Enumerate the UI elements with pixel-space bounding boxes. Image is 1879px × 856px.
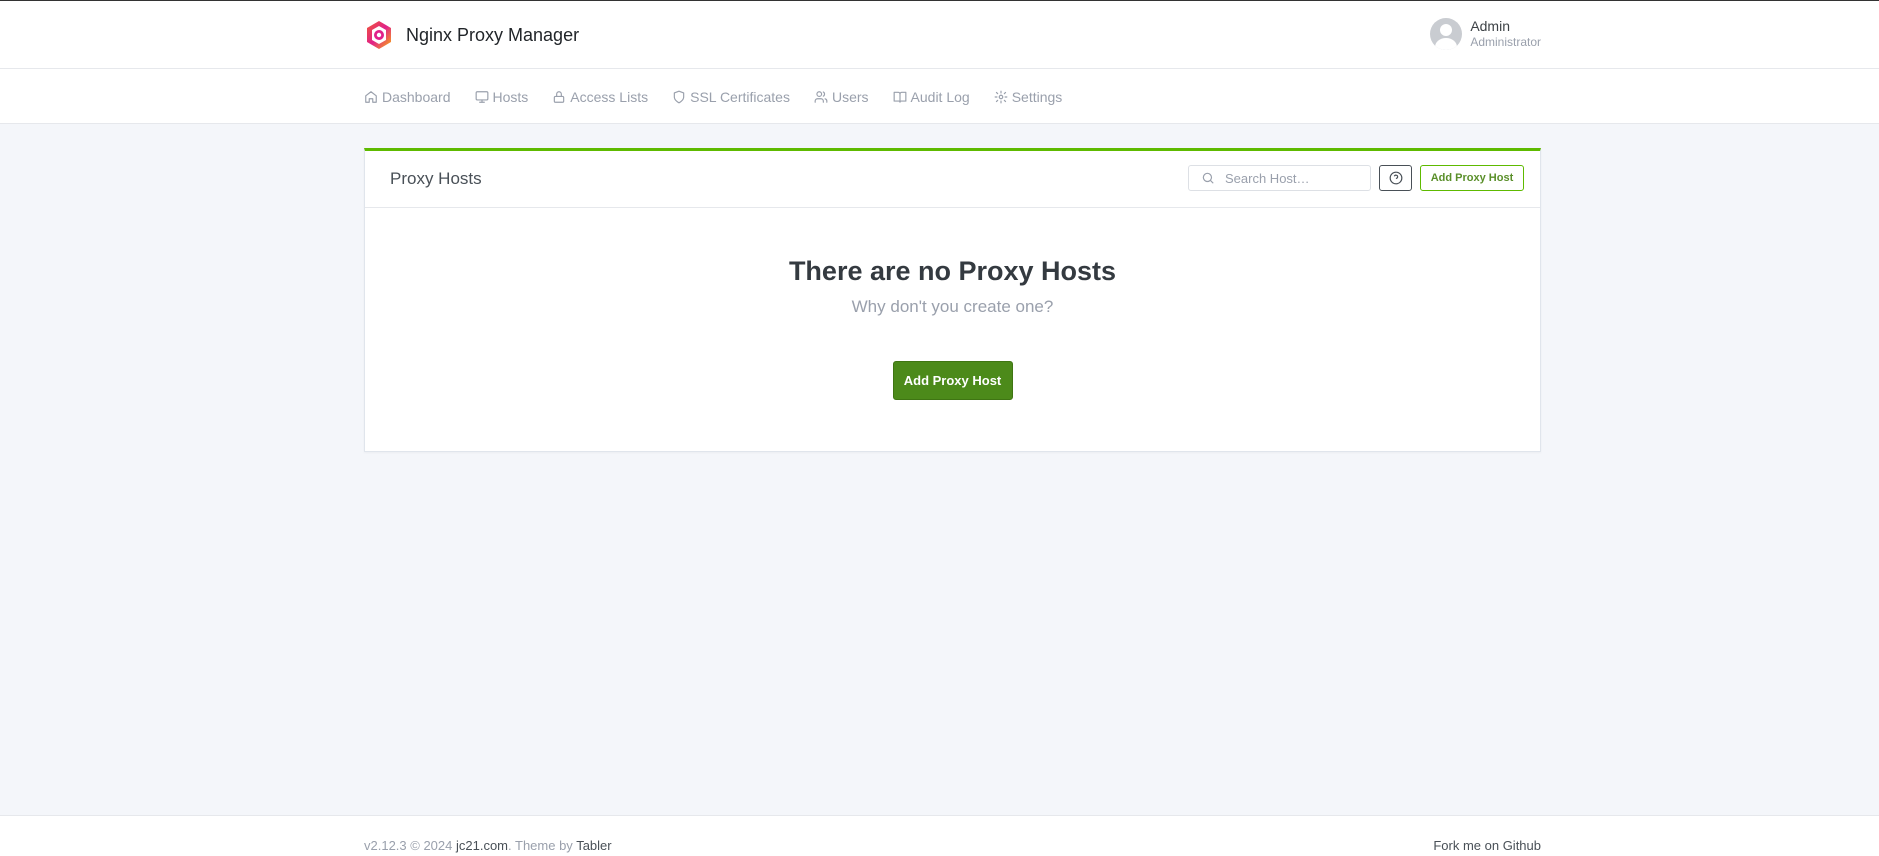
- user-menu[interactable]: Admin Administrator: [1430, 18, 1541, 50]
- nav-item-ssl-certificates[interactable]: SSL Certificates: [672, 89, 790, 105]
- help-button[interactable]: [1379, 165, 1412, 191]
- theme-link[interactable]: Tabler: [576, 838, 611, 853]
- brand-name: Nginx Proxy Manager: [406, 24, 580, 45]
- home-icon: [365, 90, 377, 103]
- company-link[interactable]: jc21.com: [456, 838, 508, 853]
- empty-add-proxy-host-button[interactable]: Add Proxy Host: [892, 361, 1013, 400]
- footer-credits: v2.12.3 © 2024 jc21.com. Theme by Tabler: [364, 838, 612, 853]
- monitor-icon: [475, 90, 488, 103]
- theme-prefix-text: . Theme by: [508, 838, 577, 853]
- search-box[interactable]: [1188, 165, 1371, 191]
- nav-item-users[interactable]: Users: [814, 89, 869, 105]
- nginx-proxy-manager-logo-icon: [367, 21, 391, 49]
- users-icon: [814, 90, 828, 103]
- footer: v2.12.3 © 2024 jc21.com. Theme by Tabler…: [0, 815, 1879, 856]
- card-header: Proxy Hosts Add Proxy Host: [365, 151, 1540, 208]
- nav-item-hosts[interactable]: Hosts: [475, 89, 528, 105]
- brand[interactable]: Nginx Proxy Manager: [364, 19, 579, 51]
- proxy-hosts-card: Proxy Hosts Add Proxy Host There are no …: [364, 148, 1541, 452]
- user-name: Admin: [1470, 18, 1510, 35]
- help-circle-icon: [1389, 171, 1402, 185]
- book-icon: [893, 91, 906, 103]
- top-header: Nginx Proxy Manager Admin Administrator: [0, 0, 1879, 69]
- avatar: [1430, 18, 1463, 50]
- main-nav: Dashboard Hosts Access Lists SSL Certifi…: [0, 69, 1879, 124]
- nav-item-dashboard[interactable]: Dashboard: [364, 89, 451, 105]
- gear-icon: [994, 90, 1008, 103]
- search-icon: [1202, 172, 1214, 184]
- nav-item-access-lists[interactable]: Access Lists: [552, 89, 648, 105]
- page-title: Proxy Hosts: [390, 169, 482, 188]
- version-text: v2.12.3 © 2024: [364, 838, 456, 853]
- github-link[interactable]: Fork me on Github: [1433, 838, 1541, 853]
- empty-title: There are no Proxy Hosts: [788, 256, 1117, 286]
- add-proxy-host-button[interactable]: Add Proxy Host: [1420, 165, 1524, 191]
- empty-state: There are no Proxy Hosts Why don't you c…: [365, 208, 1540, 400]
- nav-item-audit-log[interactable]: Audit Log: [893, 89, 970, 105]
- user-role: Administrator: [1470, 35, 1541, 50]
- lock-icon: [554, 90, 565, 103]
- nav-item-settings[interactable]: Settings: [994, 89, 1062, 105]
- shield-icon: [673, 90, 685, 103]
- search-input[interactable]: [1225, 170, 1365, 186]
- empty-subtitle: Why don't you create one?: [851, 297, 1054, 316]
